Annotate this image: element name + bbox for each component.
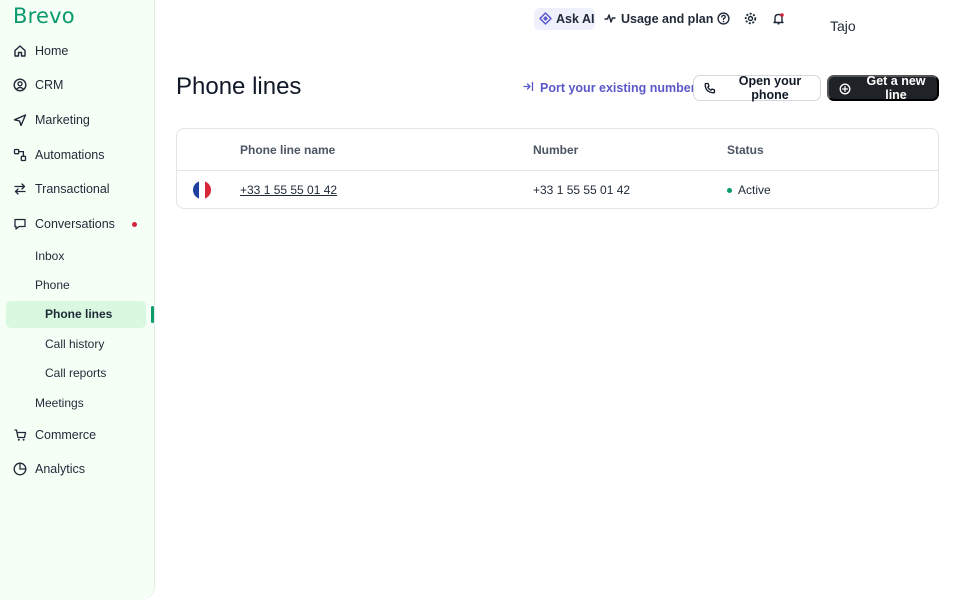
send-icon (13, 113, 27, 127)
ask-ai-label: Ask AI (556, 12, 595, 26)
column-header-name[interactable]: Phone line name (240, 143, 335, 157)
sidebar-item-commerce[interactable]: Commerce (0, 420, 150, 450)
sidebar-item-home[interactable]: Home (0, 36, 150, 66)
table-row[interactable]: +33 1 55 55 01 42 +33 1 55 55 01 42 Acti… (177, 171, 938, 209)
sidebar-item-crm[interactable]: CRM (0, 70, 150, 100)
status-dot (727, 188, 732, 193)
port-arrow-icon (523, 81, 534, 95)
help-icon[interactable] (716, 11, 730, 25)
sidebar-item-label: Analytics (35, 462, 86, 476)
sidebar: Brevo Home CRM Marketing Automations Tra… (0, 0, 155, 600)
table-header: Phone line name Number Status (177, 129, 938, 171)
ask-ai-button[interactable]: Ask AI (534, 8, 595, 30)
active-indicator (151, 306, 154, 323)
sidebar-item-label: Automations (35, 148, 105, 162)
sidebar-item-transactional[interactable]: Transactional (0, 174, 150, 204)
open-phone-label: Open your phone (738, 74, 802, 102)
column-header-number[interactable]: Number (533, 143, 578, 157)
france-flag-icon (193, 181, 211, 199)
status-badge: Active (738, 183, 771, 197)
sidebar-item-automations[interactable]: Automations (0, 140, 150, 170)
sidebar-subitem-inbox[interactable]: Inbox (35, 243, 64, 269)
plus-circle-icon (839, 83, 851, 98)
sidebar-subitem-call-history[interactable]: Call history (45, 331, 104, 357)
port-existing-number-link[interactable]: Port your existing number (523, 79, 696, 97)
port-link-label: Port your existing number (540, 81, 696, 95)
phone-number: +33 1 55 55 01 42 (533, 183, 631, 197)
brevo-logo[interactable]: Brevo (13, 4, 75, 28)
chat-icon (13, 217, 27, 231)
sidebar-item-label: Commerce (35, 428, 97, 442)
phone-line-name-link[interactable]: +33 1 55 55 01 42 (240, 183, 337, 197)
user-name[interactable]: Tajo (830, 18, 856, 34)
bell-icon[interactable] (771, 11, 785, 25)
sidebar-subitem-phone[interactable]: Phone (35, 272, 70, 298)
notification-dot (132, 222, 137, 227)
phone-icon (704, 82, 716, 97)
sidebar-item-marketing[interactable]: Marketing (0, 105, 150, 135)
sidebar-subitem-meetings[interactable]: Meetings (35, 390, 84, 416)
arrows-icon (13, 182, 27, 196)
usage-label: Usage and plan (621, 12, 714, 26)
phone-lines-table: Phone line name Number Status +33 1 55 5… (176, 128, 939, 209)
activity-icon (604, 12, 616, 27)
user-circle-icon (13, 78, 27, 92)
automation-icon (13, 148, 27, 162)
sidebar-subitem-call-reports[interactable]: Call reports (45, 360, 106, 386)
sidebar-item-label: Conversations (35, 217, 115, 231)
usage-and-plan-button[interactable]: Usage and plan (604, 10, 713, 28)
open-your-phone-button[interactable]: Open your phone (693, 74, 821, 102)
page-title: Phone lines (176, 73, 302, 100)
sidebar-item-label: Transactional (35, 182, 110, 196)
sparkle-icon (539, 12, 552, 28)
home-icon (13, 44, 27, 58)
sidebar-item-conversations[interactable]: Conversations (0, 209, 150, 239)
sidebar-item-label: CRM (35, 78, 64, 92)
gear-icon[interactable] (743, 11, 757, 25)
column-header-status[interactable]: Status (727, 143, 764, 157)
sidebar-item-label: Marketing (35, 113, 90, 127)
sidebar-item-label: Home (35, 44, 69, 58)
sidebar-subitem-phone-lines[interactable]: Phone lines (45, 301, 112, 327)
cart-icon (13, 428, 27, 442)
new-line-label: Get a new line (866, 74, 926, 102)
pie-chart-icon (13, 462, 27, 476)
sidebar-item-analytics[interactable]: Analytics (0, 454, 150, 484)
get-new-line-button[interactable]: Get a new line (827, 74, 939, 102)
